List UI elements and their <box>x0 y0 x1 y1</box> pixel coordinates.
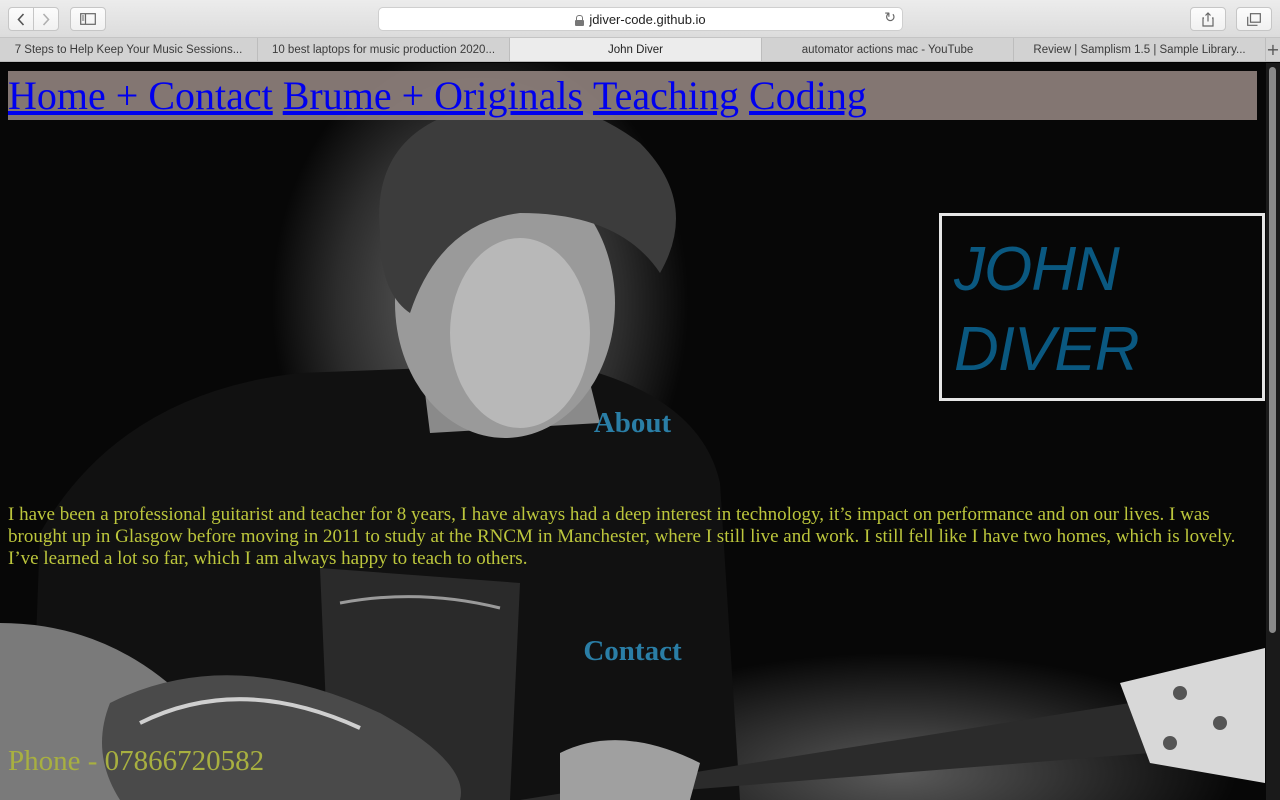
tab-john-diver[interactable]: John Diver <box>510 38 762 61</box>
plus-icon: + <box>1266 40 1280 59</box>
phone-number: Phone - 07866720582 <box>8 745 265 777</box>
share-button[interactable] <box>1190 7 1226 31</box>
tab-label: Review | Samplism 1.5 | Sample Library..… <box>1033 43 1246 56</box>
back-button[interactable] <box>9 8 33 30</box>
url-text: jdiver-code.github.io <box>589 11 706 27</box>
tab-automator-youtube[interactable]: automator actions mac - YouTube <box>762 38 1014 61</box>
tab-label: 10 best laptops for music production 202… <box>271 43 496 56</box>
scrollbar-thumb[interactable] <box>1269 67 1276 633</box>
lock-icon <box>575 14 585 26</box>
tab-samplism-review[interactable]: Review | Samplism 1.5 | Sample Library..… <box>1014 38 1266 61</box>
sidebar-icon <box>80 13 96 25</box>
forward-button[interactable] <box>33 8 58 30</box>
tab-label: automator actions mac - YouTube <box>801 43 974 56</box>
name-line-last: DIVER <box>954 315 1139 384</box>
address-bar[interactable]: jdiver-code.github.io ↻ <box>378 7 903 31</box>
name-line-first: JOHN <box>954 235 1120 304</box>
share-icon <box>1202 11 1214 27</box>
nav-link-teaching[interactable]: Teaching <box>593 73 739 118</box>
tab-label: 7 Steps to Help Keep Your Music Sessions… <box>14 43 243 56</box>
tabs-overview-icon <box>1247 12 1261 26</box>
browser-toolbar: jdiver-code.github.io ↻ <box>0 0 1280 38</box>
tab-label: John Diver <box>608 43 663 56</box>
tabs-overview-button[interactable] <box>1236 7 1272 31</box>
site-nav: Home + Contact Brume + Originals Teachin… <box>8 71 1257 120</box>
chevron-left-icon <box>17 12 25 26</box>
nav-link-coding[interactable]: Coding <box>749 73 867 118</box>
page-viewport: Home + Contact Brume + Originals Teachin… <box>0 63 1280 800</box>
page-scrollbar[interactable] <box>1266 63 1280 800</box>
nav-link-brume-originals[interactable]: Brume + Originals <box>283 73 583 118</box>
new-tab-button[interactable]: + <box>1266 38 1280 61</box>
tab-bar: 7 Steps to Help Keep Your Music Sessions… <box>0 38 1280 62</box>
chevron-right-icon <box>42 12 50 26</box>
sidebar-button[interactable] <box>70 7 106 31</box>
contact-heading: Contact <box>583 635 682 667</box>
about-heading: About <box>593 407 672 439</box>
nav-link-home-contact[interactable]: Home + Contact <box>8 73 273 118</box>
reload-icon[interactable]: ↻ <box>884 10 896 26</box>
about-paragraph: I have been a professional guitarist and… <box>8 504 1236 569</box>
name-title-box: JOHN DIVER <box>939 213 1265 401</box>
tab-music-sessions[interactable]: 7 Steps to Help Keep Your Music Sessions… <box>0 38 258 61</box>
history-nav-group <box>8 7 59 31</box>
tab-laptops[interactable]: 10 best laptops for music production 202… <box>258 38 510 61</box>
